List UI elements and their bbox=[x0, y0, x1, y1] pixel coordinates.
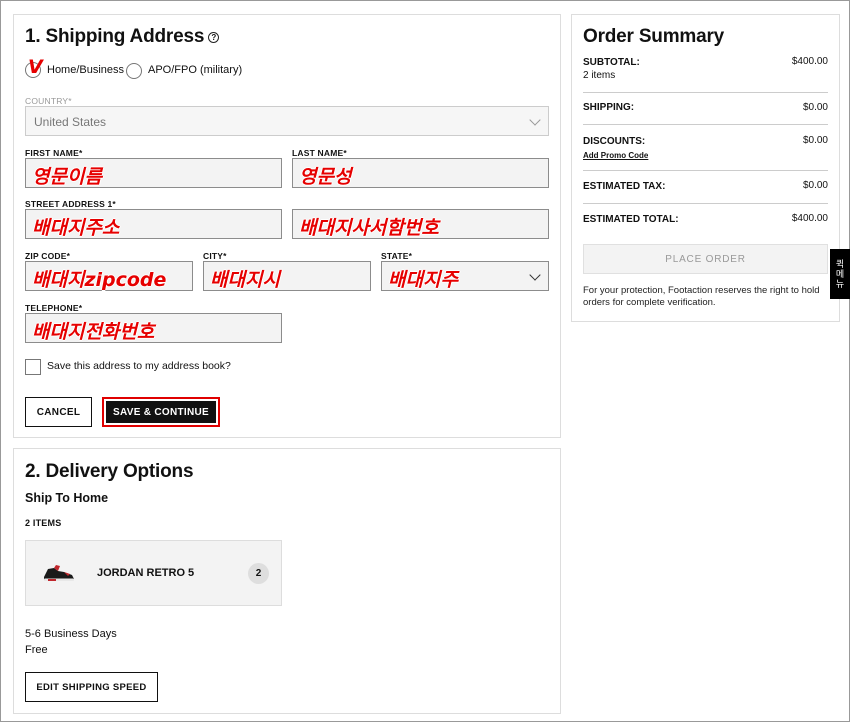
last-name-label: LAST NAME* bbox=[292, 148, 347, 158]
radio-home-label: Home/Business bbox=[47, 64, 125, 76]
estimated-tax-value: $0.00 bbox=[802, 180, 828, 191]
telephone-label: TELEPHONE* bbox=[25, 303, 83, 313]
save-continue-button[interactable]: SAVE & CONTINUE bbox=[106, 401, 216, 423]
last-name-field[interactable]: 영문성 bbox=[292, 158, 549, 188]
city-field[interactable]: 배대지시 bbox=[203, 261, 371, 291]
state-select[interactable]: 배대지주 bbox=[381, 261, 549, 291]
city-label: CITY* bbox=[203, 251, 227, 261]
shipping-title-text: 1. Shipping Address bbox=[25, 26, 205, 47]
summary-divider bbox=[583, 124, 828, 125]
discounts-value: $0.00 bbox=[802, 135, 828, 146]
estimated-total-label: ESTIMATED TOTAL: bbox=[583, 214, 679, 225]
shipping-label: SHIPPING: bbox=[583, 102, 635, 113]
add-promo-code-link[interactable]: Add Promo Code bbox=[583, 151, 648, 160]
telephone-value: 배대지전화번호 bbox=[32, 321, 155, 343]
shipping-value: $0.00 bbox=[802, 102, 828, 113]
save-continue-highlight: SAVE & CONTINUE bbox=[102, 397, 220, 427]
edit-shipping-speed-button[interactable]: EDIT SHIPPING SPEED bbox=[25, 672, 158, 702]
place-order-button[interactable]: PLACE ORDER bbox=[583, 244, 828, 274]
state-value: 배대지주 bbox=[388, 269, 458, 291]
subtotal-items: 2 items bbox=[583, 70, 616, 81]
subtotal-value: $400.00 bbox=[791, 56, 828, 67]
discounts-label: DISCOUNTS: bbox=[583, 136, 646, 147]
product-card: JORDAN RETRO 5 2 bbox=[25, 540, 282, 606]
street-address-value: 배대지주소 bbox=[32, 217, 120, 239]
radio-apo-label: APO/FPO (military) bbox=[148, 64, 243, 76]
chevron-down-icon bbox=[529, 114, 541, 126]
state-label: STATE* bbox=[381, 251, 413, 261]
estimated-tax-label: ESTIMATED TAX: bbox=[583, 181, 666, 192]
delivery-options-panel: 2. Delivery Options Ship To Home 2 ITEMS… bbox=[13, 448, 561, 714]
summary-divider bbox=[583, 170, 828, 171]
shipping-address-panel: 1. Shipping Address? V Home/Business APO… bbox=[13, 14, 561, 438]
summary-divider bbox=[583, 203, 828, 204]
product-name: JORDAN RETRO 5 bbox=[97, 567, 195, 579]
telephone-field[interactable]: 배대지전화번호 bbox=[25, 313, 282, 343]
zip-code-label: ZIP CODE* bbox=[25, 251, 71, 261]
country-select[interactable]: United States bbox=[25, 106, 549, 136]
city-value: 배대지시 bbox=[210, 269, 280, 291]
cancel-button[interactable]: CANCEL bbox=[25, 397, 92, 427]
street-address-2-field[interactable]: 배대지사서함번호 bbox=[292, 209, 549, 239]
shipping-address-title: 1. Shipping Address? bbox=[25, 26, 220, 48]
country-value: United States bbox=[34, 115, 107, 129]
quick-menu-label: 퀵메뉴 bbox=[834, 259, 845, 289]
zip-code-field[interactable]: 배대지zipcode bbox=[25, 261, 193, 291]
street-address-2-value: 배대지사서함번호 bbox=[299, 217, 439, 239]
radio-home-business[interactable]: V bbox=[25, 56, 43, 80]
chevron-down-icon bbox=[529, 269, 541, 281]
radio-apo-fpo[interactable] bbox=[126, 63, 142, 79]
save-address-label: Save this address to my address book? bbox=[47, 360, 231, 372]
delivery-options-title: 2. Delivery Options bbox=[25, 461, 194, 482]
country-label: COUNTRY* bbox=[25, 96, 72, 106]
checkout-page: 1. Shipping Address? V Home/Business APO… bbox=[0, 0, 850, 722]
product-qty-badge: 2 bbox=[248, 563, 269, 584]
delivery-method: Ship To Home bbox=[25, 491, 109, 505]
estimated-total-value: $400.00 bbox=[791, 213, 828, 224]
delivery-eta: 5-6 Business Days bbox=[25, 628, 117, 640]
last-name-value: 영문성 bbox=[299, 166, 352, 188]
order-summary-panel: Order Summary SUBTOTAL: $400.00 2 items … bbox=[571, 14, 840, 322]
zip-code-value: 배대지zipcode bbox=[32, 269, 167, 291]
items-count: 2 ITEMS bbox=[25, 518, 62, 528]
protection-note: For your protection, Footaction reserves… bbox=[583, 285, 820, 308]
quick-menu-tab[interactable]: 퀵메뉴 bbox=[830, 249, 850, 299]
sneaker-icon bbox=[42, 563, 76, 588]
first-name-field[interactable]: 영문이름 bbox=[25, 158, 282, 188]
checked-mark-icon: V bbox=[28, 56, 43, 78]
save-address-checkbox[interactable] bbox=[25, 359, 41, 375]
first-name-label: FIRST NAME* bbox=[25, 148, 83, 158]
order-summary-title: Order Summary bbox=[583, 26, 725, 47]
help-icon[interactable]: ? bbox=[208, 32, 220, 43]
subtotal-label: SUBTOTAL: bbox=[583, 57, 640, 68]
delivery-cost: Free bbox=[25, 644, 48, 656]
summary-divider bbox=[583, 92, 828, 93]
first-name-value: 영문이름 bbox=[32, 166, 102, 188]
street-address-label: STREET ADDRESS 1* bbox=[25, 199, 116, 209]
street-address-field[interactable]: 배대지주소 bbox=[25, 209, 282, 239]
